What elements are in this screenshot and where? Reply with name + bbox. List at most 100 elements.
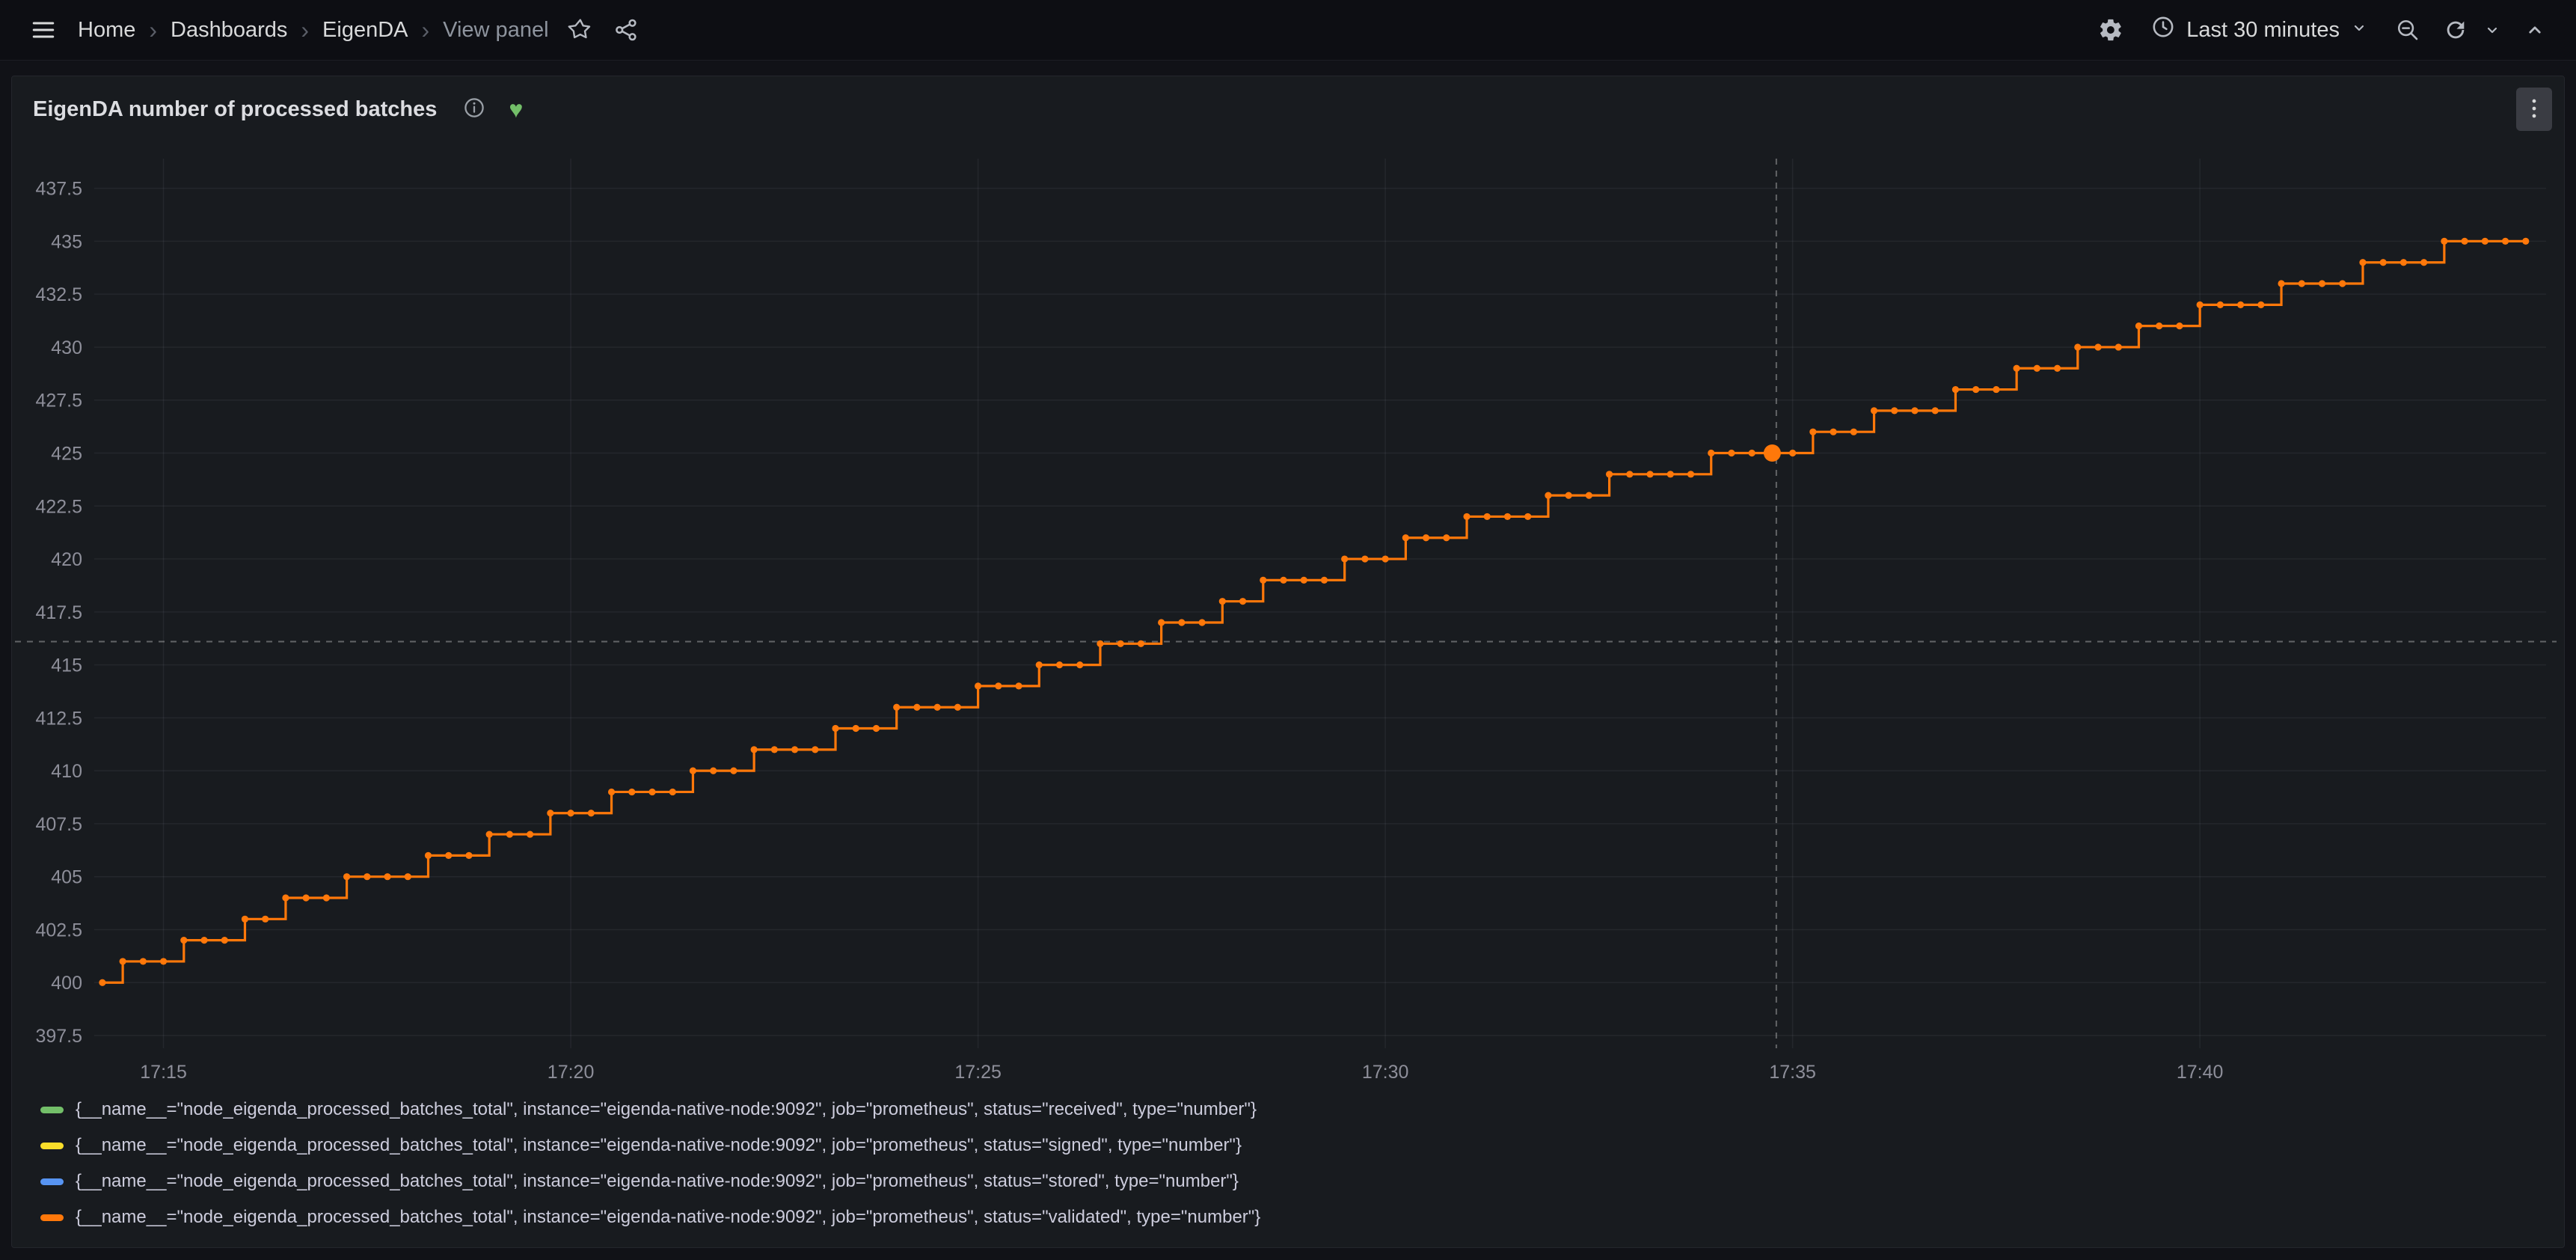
series-point <box>2237 302 2244 308</box>
legend-item-validated[interactable]: {__name__="node_eigenda_processed_batche… <box>40 1202 2549 1232</box>
menu-icon <box>30 16 57 43</box>
series-point <box>2462 238 2468 245</box>
series-point <box>1708 450 1714 456</box>
y-axis-tick-label: 422.5 <box>35 496 82 517</box>
series-point <box>1361 555 1368 562</box>
breadcrumb-item-eigenda[interactable]: EigenDA <box>322 18 408 43</box>
refresh-dashboard-button[interactable] <box>2435 6 2476 54</box>
series-point <box>853 725 859 732</box>
x-axis-tick-label: 17:40 <box>2177 1062 2224 1083</box>
series-point <box>893 704 900 711</box>
series-point <box>1097 640 1103 647</box>
legend-item-received[interactable]: {__name__="node_eigenda_processed_batche… <box>40 1095 2549 1125</box>
series-point <box>1178 619 1185 626</box>
refresh-interval-dropdown-button[interactable] <box>2476 6 2509 54</box>
timeseries-chart[interactable]: 397.5400402.5405407.5410412.5415417.5420… <box>12 142 2564 1092</box>
series-point <box>771 746 778 753</box>
series-point <box>2054 365 2061 372</box>
favorite-dashboard-button[interactable] <box>556 6 603 54</box>
series-point <box>995 682 1002 689</box>
series-point <box>588 810 595 816</box>
y-axis-tick-label: 435 <box>51 231 82 252</box>
legend-item-signed[interactable]: {__name__="node_eigenda_processed_batche… <box>40 1131 2549 1160</box>
legend-swatch <box>40 1143 64 1149</box>
y-axis-tick-label: 400 <box>51 973 82 994</box>
y-axis-tick-label: 420 <box>51 549 82 570</box>
series-point <box>2380 259 2387 266</box>
series-point <box>1280 577 1287 584</box>
time-range-picker[interactable]: Last 30 minutes <box>2138 6 2380 54</box>
series-point <box>242 916 248 923</box>
legend-swatch <box>40 1178 64 1185</box>
top-nav: Home›Dashboards›EigenDA›View panel <box>0 0 2576 61</box>
zoom-out-time-button[interactable] <box>2385 6 2431 54</box>
series-point <box>140 958 147 964</box>
series-point <box>913 704 920 711</box>
series-point <box>1606 471 1613 477</box>
series-point <box>1687 471 1694 477</box>
kebab-menu-icon <box>2524 96 2545 123</box>
collapse-controls-button[interactable] <box>2513 6 2557 54</box>
series-point <box>1586 492 1592 499</box>
hamburger-menu-button[interactable] <box>19 6 67 54</box>
series-point <box>180 937 187 944</box>
series-point <box>1667 471 1674 477</box>
series-point <box>506 831 513 837</box>
series-point <box>1626 471 1633 477</box>
breadcrumb-separator-chevron-icon: › <box>149 18 157 42</box>
breadcrumb-item-home[interactable]: Home <box>78 18 135 43</box>
series-point <box>527 831 533 837</box>
panel-info-icon[interactable] <box>462 96 486 123</box>
series-point <box>1504 513 1511 520</box>
series-point <box>1993 386 1999 393</box>
chevron-down-icon <box>2350 18 2368 43</box>
time-range-label: Last 30 minutes <box>2186 18 2340 43</box>
dashboard-settings-button[interactable] <box>2088 6 2134 54</box>
series-point <box>1158 619 1165 626</box>
series-point <box>99 979 105 986</box>
series-point <box>1524 513 1531 520</box>
highlighted-series-point <box>1764 444 1781 462</box>
series-point <box>1341 555 1348 562</box>
series-point <box>2156 322 2162 329</box>
series-point <box>1545 492 1551 499</box>
legend-swatch <box>40 1214 64 1221</box>
legend-label: {__name__="node_eigenda_processed_batche… <box>76 1207 1260 1228</box>
panel-menu-button[interactable] <box>2516 88 2552 131</box>
series-point <box>1809 429 1816 435</box>
series-point <box>1911 407 1918 414</box>
series-point <box>832 725 838 732</box>
series-point <box>751 746 758 753</box>
panel-title[interactable]: EigenDA number of processed batches <box>33 97 437 122</box>
series-point <box>1830 429 1836 435</box>
series-point <box>1891 407 1898 414</box>
series-point <box>1239 598 1246 605</box>
series-point <box>2319 280 2325 287</box>
breadcrumb-item-dashboards[interactable]: Dashboards <box>171 18 287 43</box>
series-point <box>2441 238 2447 245</box>
panel-header: EigenDA number of processed batches ♥ <box>12 76 2564 142</box>
series-point <box>791 746 798 753</box>
legend: {__name__="node_eigenda_processed_batche… <box>12 1092 2564 1247</box>
legend-item-stored[interactable]: {__name__="node_eigenda_processed_batche… <box>40 1166 2549 1196</box>
series-point <box>1646 471 1653 477</box>
chevron-up-icon <box>2524 19 2546 41</box>
series-point <box>1117 640 1124 647</box>
series-point <box>1728 450 1735 456</box>
series-point <box>710 768 717 774</box>
share-dashboard-button[interactable] <box>603 6 649 54</box>
series-point <box>160 958 167 964</box>
series-point <box>2502 238 2509 245</box>
series-point <box>2014 365 2020 372</box>
y-axis-tick-label: 415 <box>51 655 82 676</box>
series-point <box>975 682 981 689</box>
y-axis-tick-label: 432.5 <box>35 284 82 305</box>
y-axis-tick-label: 402.5 <box>35 920 82 941</box>
series-point <box>2359 259 2366 266</box>
y-axis-tick-label: 427.5 <box>35 391 82 412</box>
series-point <box>1749 450 1755 456</box>
series-point <box>628 789 635 795</box>
series-point <box>2299 280 2305 287</box>
series-point <box>2176 322 2183 329</box>
series-point <box>2034 365 2040 372</box>
